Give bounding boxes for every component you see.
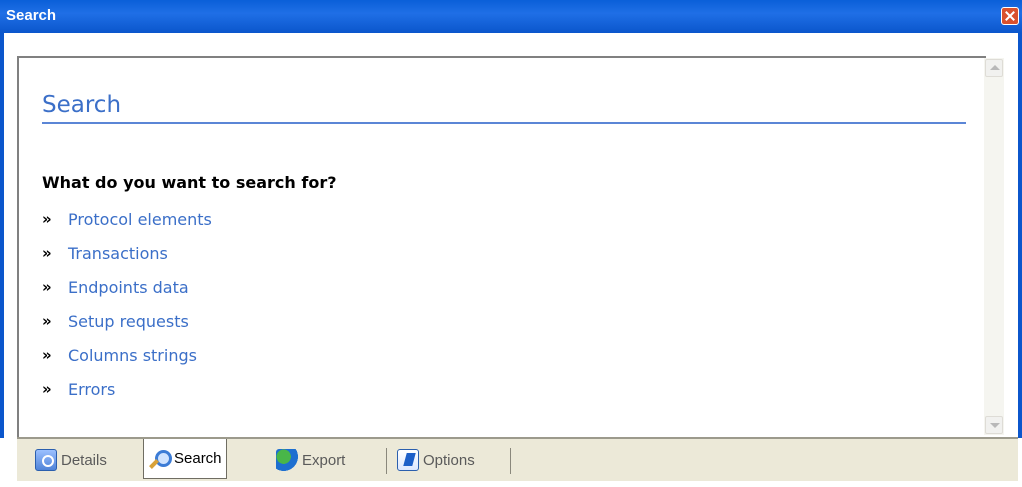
bullet-icon: » — [42, 278, 52, 296]
page-title: Search — [42, 92, 122, 118]
list-item: » Protocol elements — [42, 202, 212, 236]
window-title: Search — [6, 7, 57, 24]
tab-label: Details — [61, 451, 107, 469]
chevron-up-icon — [990, 65, 1000, 70]
list-item: » Errors — [42, 372, 212, 406]
tab-options[interactable]: Options — [397, 443, 475, 477]
options-icon — [397, 449, 419, 471]
link-transactions[interactable]: Transactions — [68, 244, 168, 263]
tab-separator — [386, 448, 387, 474]
window-frame-left — [0, 33, 4, 438]
link-endpoints-data[interactable]: Endpoints data — [68, 278, 189, 297]
link-setup-requests[interactable]: Setup requests — [68, 312, 189, 331]
tab-label: Search — [174, 450, 222, 467]
tab-label: Options — [423, 451, 475, 469]
vertical-scrollbar[interactable] — [984, 58, 1004, 435]
search-icon — [148, 448, 172, 470]
tab-export[interactable]: Export — [276, 443, 345, 477]
chevron-down-icon — [990, 423, 1000, 428]
scroll-up-button[interactable] — [985, 59, 1003, 77]
window-frame-right — [1018, 33, 1022, 438]
bullet-icon: » — [42, 312, 52, 330]
tab-strip: Details Search Export Options — [17, 437, 1018, 481]
details-icon — [35, 449, 57, 471]
tab-separator — [510, 448, 511, 474]
search-question: What do you want to search for? — [42, 173, 337, 192]
title-divider — [42, 122, 966, 124]
list-item: » Setup requests — [42, 304, 212, 338]
title-bar[interactable]: Search — [0, 0, 1022, 33]
bullet-icon: » — [42, 210, 52, 228]
bullet-icon: » — [42, 346, 52, 364]
list-item: » Endpoints data — [42, 270, 212, 304]
bullet-icon: » — [42, 380, 52, 398]
list-item: » Columns strings — [42, 338, 212, 372]
window-frame-bottom — [0, 483, 1022, 487]
close-button[interactable] — [1001, 7, 1019, 25]
link-errors[interactable]: Errors — [68, 380, 115, 399]
tab-label: Export — [302, 451, 346, 469]
tab-search[interactable]: Search — [143, 439, 227, 479]
search-options-list: » Protocol elements » Transactions » Endpoi… — [42, 202, 212, 406]
link-protocol-elements[interactable]: Protocol elements — [68, 210, 212, 229]
bullet-icon: » — [42, 244, 52, 262]
export-icon — [276, 449, 298, 471]
tab-details[interactable]: Details — [35, 443, 107, 477]
list-item: » Transactions — [42, 236, 212, 270]
scroll-down-button[interactable] — [985, 416, 1003, 434]
link-columns-strings[interactable]: Columns strings — [68, 346, 197, 365]
